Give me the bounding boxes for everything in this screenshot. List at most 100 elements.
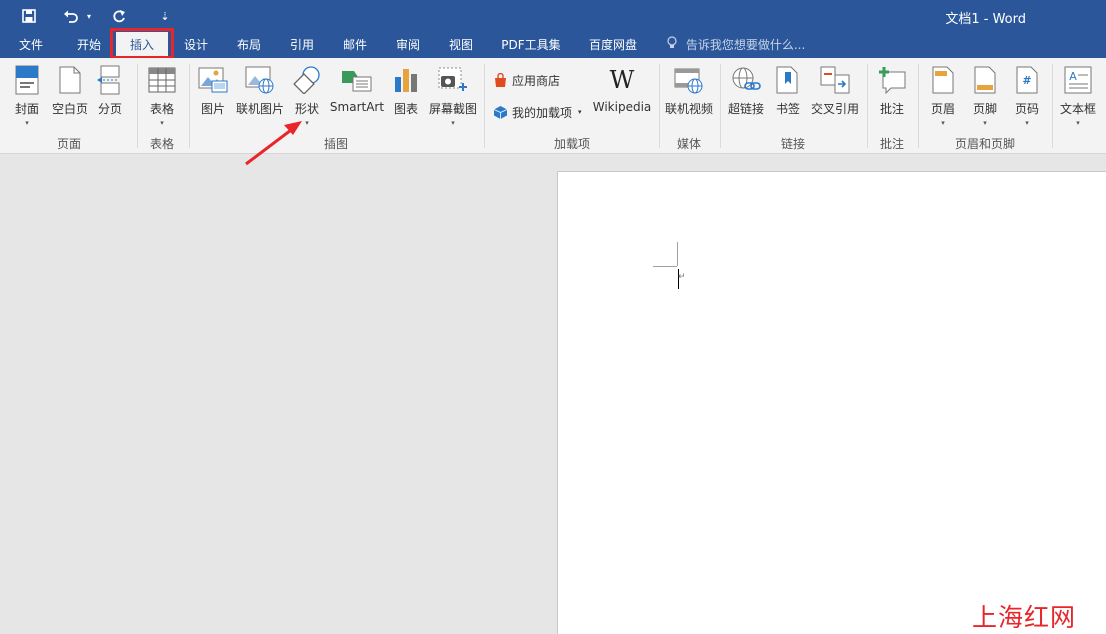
blank-page-icon xyxy=(54,64,86,96)
page-break-icon xyxy=(94,64,126,96)
word-window: ▾ ⇣ 文档1 - Word 文件 开始 插入 设计 布局 引用 邮件 审阅 视… xyxy=(0,0,1106,634)
bookmark-icon xyxy=(772,64,804,96)
chevron-down-icon: ▾ xyxy=(578,108,582,116)
my-addins-label: 我的加载项 xyxy=(512,105,573,120)
footer-label: 页脚 xyxy=(972,102,997,116)
tab-layout[interactable]: 布局 xyxy=(228,32,270,58)
online-pictures-button[interactable]: 联机图片 xyxy=(234,64,286,130)
blank-page-label: 空白页 xyxy=(51,102,88,116)
chart-icon xyxy=(390,64,422,96)
chevron-down-icon: ▾ xyxy=(1025,119,1029,127)
cover-page-button[interactable]: 封面 ▾ xyxy=(10,64,44,130)
group-separator xyxy=(918,64,919,148)
title-bar: ▾ ⇣ 文档1 - Word xyxy=(0,0,1106,32)
group-separator xyxy=(720,64,721,148)
tab-insert[interactable]: 插入 xyxy=(116,32,168,58)
group-label-pages: 页面 xyxy=(56,137,81,151)
tab-pdf-tools[interactable]: PDF工具集 xyxy=(494,32,568,58)
screenshot-label: 屏幕截图 xyxy=(428,102,477,116)
pictures-label: 图片 xyxy=(200,102,225,116)
online-video-icon xyxy=(673,64,705,96)
online-pictures-label: 联机图片 xyxy=(235,102,284,116)
group-separator xyxy=(1052,64,1053,148)
wikipedia-label: Wikipedia xyxy=(592,100,652,114)
chevron-down-icon: ▾ xyxy=(941,119,945,127)
page-break-button[interactable]: 分页 xyxy=(94,64,126,130)
store-icon xyxy=(492,72,508,88)
tab-mailings[interactable]: 邮件 xyxy=(334,32,376,58)
wikipedia-icon: W xyxy=(606,64,638,96)
svg-text:W: W xyxy=(610,66,635,94)
blank-page-button[interactable]: 空白页 xyxy=(50,64,90,130)
picture-icon xyxy=(197,64,229,96)
tab-design[interactable]: 设计 xyxy=(174,32,218,58)
header-icon xyxy=(927,64,959,96)
document-canvas[interactable]: ↵ xyxy=(0,155,1106,634)
pictures-button[interactable]: 图片 xyxy=(196,64,230,130)
screenshot-icon xyxy=(437,64,469,96)
chart-button[interactable]: 图表 xyxy=(390,64,422,130)
header-button[interactable]: 页眉 ▾ xyxy=(926,64,960,130)
chevron-down-icon: ▾ xyxy=(1076,119,1080,127)
online-picture-icon xyxy=(244,64,276,96)
online-video-label: 联机视频 xyxy=(664,102,713,116)
group-label-illustrations: 插图 xyxy=(323,137,348,151)
shapes-button[interactable]: 形状 ▾ xyxy=(290,64,324,130)
tab-view[interactable]: 视图 xyxy=(440,32,482,58)
table-button[interactable]: 表格 ▾ xyxy=(144,64,180,130)
wikipedia-button[interactable]: W Wikipedia xyxy=(592,64,652,130)
text-box-button[interactable]: A 文本框 ▾ xyxy=(1058,64,1098,130)
page-number-button[interactable]: # 页码 ▾ xyxy=(1010,64,1044,130)
group-separator xyxy=(867,64,868,148)
comment-button[interactable]: 批注 xyxy=(874,64,910,130)
my-addins-icon xyxy=(492,104,508,120)
footer-button[interactable]: 页脚 ▾ xyxy=(968,64,1002,130)
text-box-label: 文本框 xyxy=(1059,102,1096,116)
page-number-label: 页码 xyxy=(1014,102,1039,116)
chart-label: 图表 xyxy=(393,102,418,116)
group-separator xyxy=(659,64,660,148)
header-label: 页眉 xyxy=(930,102,955,116)
comment-label: 批注 xyxy=(879,102,904,116)
comment-icon xyxy=(876,64,908,96)
bookmark-button[interactable]: 书签 xyxy=(772,64,804,130)
tab-file[interactable]: 文件 xyxy=(10,32,52,58)
chevron-down-icon: ▾ xyxy=(160,119,164,127)
cover-page-icon xyxy=(11,64,43,96)
watermark: 上海红网 xyxy=(972,603,1077,632)
group-label-links: 链接 xyxy=(780,137,805,151)
tell-me-search[interactable]: 告诉我您想要做什么... xyxy=(667,32,805,58)
table-icon xyxy=(146,64,178,96)
store-button[interactable]: 应用商店 xyxy=(492,69,560,91)
cross-reference-label: 交叉引用 xyxy=(810,102,859,116)
document-page[interactable]: ↵ xyxy=(557,171,1106,634)
hyperlink-button[interactable]: 超链接 xyxy=(726,64,766,130)
smartart-button[interactable]: SmartArt xyxy=(329,64,385,130)
margin-crop-mark xyxy=(653,266,677,267)
hyperlink-label: 超链接 xyxy=(727,102,764,116)
group-label-header-footer: 页眉和页脚 xyxy=(954,137,1015,151)
chevron-down-icon: ▾ xyxy=(983,119,987,127)
smartart-icon xyxy=(341,64,373,96)
chevron-down-icon: ▾ xyxy=(451,119,455,127)
tab-baidu-netdisk[interactable]: 百度网盘 xyxy=(582,32,644,58)
svg-text:A: A xyxy=(1069,70,1077,83)
ribbon-insert: 封面 ▾ 空白页 分页 页面 表格 ▾ 表格 图片 联机图片 形状 ▾ Smar… xyxy=(0,58,1106,154)
screenshot-button[interactable]: 屏幕截图 ▾ xyxy=(427,64,479,130)
tab-review[interactable]: 审阅 xyxy=(387,32,429,58)
cover-page-label: 封面 xyxy=(14,102,39,116)
online-video-button[interactable]: 联机视频 xyxy=(664,64,714,130)
text-box-icon: A xyxy=(1062,64,1094,96)
chevron-down-icon: ▾ xyxy=(25,119,29,127)
cross-reference-button[interactable]: 交叉引用 xyxy=(808,64,862,130)
my-addins-button[interactable]: 我的加载项 ▾ xyxy=(492,101,582,123)
smartart-label: SmartArt xyxy=(329,100,385,114)
svg-text:#: # xyxy=(1022,74,1031,87)
chevron-down-icon: ▾ xyxy=(305,119,309,127)
window-title: 文档1 - Word xyxy=(945,12,1026,27)
page-number-icon: # xyxy=(1011,64,1043,96)
tab-home[interactable]: 开始 xyxy=(68,32,110,58)
tab-references[interactable]: 引用 xyxy=(281,32,323,58)
store-label: 应用商店 xyxy=(512,73,561,88)
lightbulb-icon xyxy=(667,32,679,58)
